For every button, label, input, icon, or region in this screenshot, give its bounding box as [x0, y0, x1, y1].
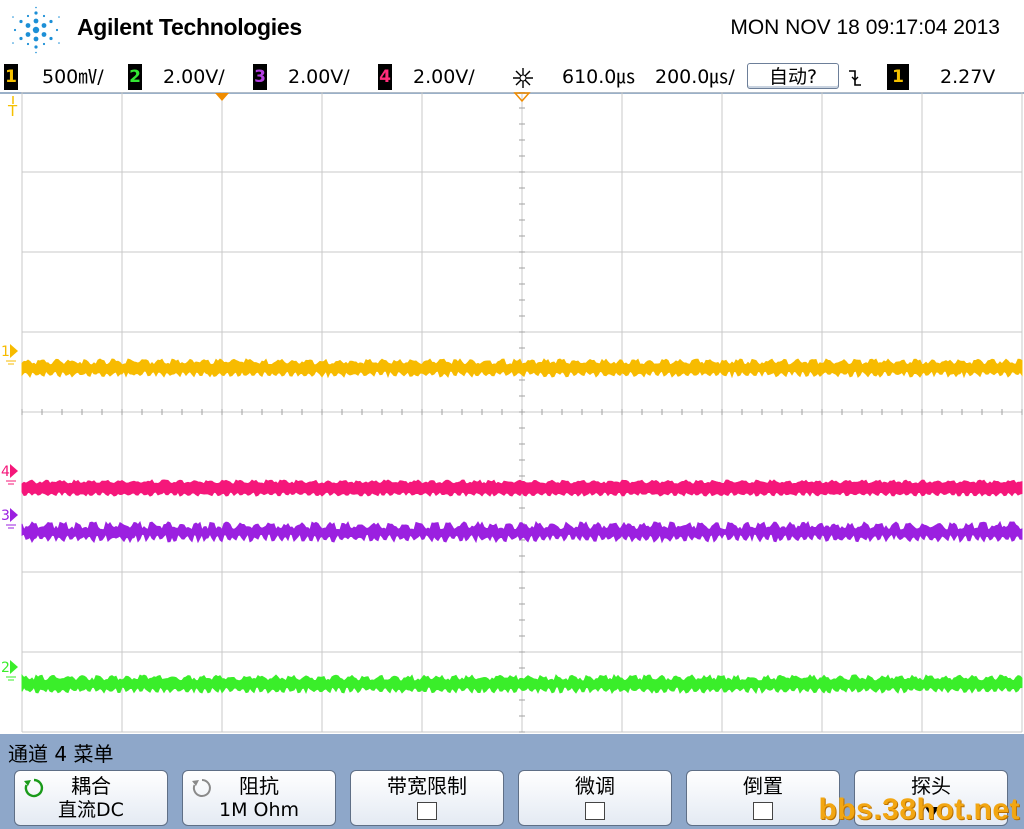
- fine-adjust-softkey[interactable]: 微调: [518, 770, 672, 826]
- fine-adjust-label: 微调: [575, 774, 615, 798]
- channel-1-badge[interactable]: 1: [4, 64, 18, 90]
- menu-title: 通道 4 菜单: [8, 742, 114, 766]
- invert-checkbox[interactable]: [753, 802, 773, 820]
- impedance-softkey[interactable]: 阻抗 1M Ohm: [182, 770, 336, 826]
- channel-ground-label: 2: [1, 660, 10, 676]
- trigger-level: 2.27V: [940, 66, 996, 88]
- graticule: T 1 4 3 2: [1, 92, 1023, 733]
- channel-ground-label: 1: [1, 344, 10, 360]
- channel-1-scale: 500㎷/: [42, 66, 104, 88]
- waveform-display[interactable]: T 1 4 3 2: [0, 92, 1024, 734]
- channel-2-badge[interactable]: 2: [128, 64, 142, 90]
- agilent-spark-icon: [12, 6, 60, 54]
- impedance-value: 1M Ohm: [218, 799, 300, 821]
- brand-name: Agilent Technologies: [77, 14, 302, 40]
- trigger-level-marker: T: [7, 102, 18, 120]
- date-time: MON NOV 18 09:17:04 2013: [730, 16, 1000, 39]
- invert-label: 倒置: [743, 774, 783, 798]
- channel-ground-label: 4: [1, 464, 10, 480]
- channel-2-scale: 2.00V/: [163, 66, 225, 88]
- softkey-menu: 通道 4 菜单 耦合 直流DC 阻抗 1M Ohm 带宽限制 微调 倒置 探头 …: [0, 734, 1024, 829]
- channel-4-badge[interactable]: 4: [378, 64, 392, 90]
- falling-edge-icon: [849, 70, 861, 86]
- time-reference-icon: [513, 68, 533, 88]
- channel-ground-marker: [10, 508, 18, 522]
- bandwidth-limit-checkbox[interactable]: [417, 802, 437, 820]
- channel-ground-marker: [10, 464, 18, 478]
- channel-3-scale: 2.00V/: [288, 66, 350, 88]
- channel-ground-marker: [10, 344, 18, 358]
- time-scale: 200.0㎲/: [655, 66, 735, 88]
- bandwidth-limit-softkey[interactable]: 带宽限制: [350, 770, 504, 826]
- invert-softkey[interactable]: 倒置: [686, 770, 840, 826]
- oscilloscope-screen: Agilent Technologies MON NOV 18 09:17:04…: [0, 0, 1024, 829]
- watermark: bbs.38hot.net: [818, 793, 1020, 826]
- trigger-mode-button[interactable]: 自动?: [747, 63, 839, 89]
- channel-4-scale: 2.00V/: [413, 66, 475, 88]
- fine-adjust-checkbox[interactable]: [585, 802, 605, 820]
- coupling-softkey[interactable]: 耦合 直流DC: [14, 770, 168, 826]
- channel-ground-label: 3: [1, 508, 10, 524]
- coupling-label: 耦合: [71, 774, 111, 798]
- time-position: 610.0㎲: [562, 66, 636, 88]
- impedance-label: 阻抗: [239, 774, 279, 798]
- channel-ground-marker: [10, 660, 18, 674]
- header: Agilent Technologies MON NOV 18 09:17:04…: [0, 0, 1024, 62]
- coupling-value: 直流DC: [58, 799, 124, 821]
- trigger-delay-marker: [215, 93, 229, 101]
- channel-3-badge[interactable]: 3: [253, 64, 267, 90]
- status-bar: 1 500㎷/ 2 2.00V/ 3 2.00V/ 4 2.00V/ 610.0…: [0, 62, 1024, 94]
- bandwidth-limit-label: 带宽限制: [387, 774, 467, 798]
- trigger-source-badge[interactable]: 1: [887, 64, 909, 90]
